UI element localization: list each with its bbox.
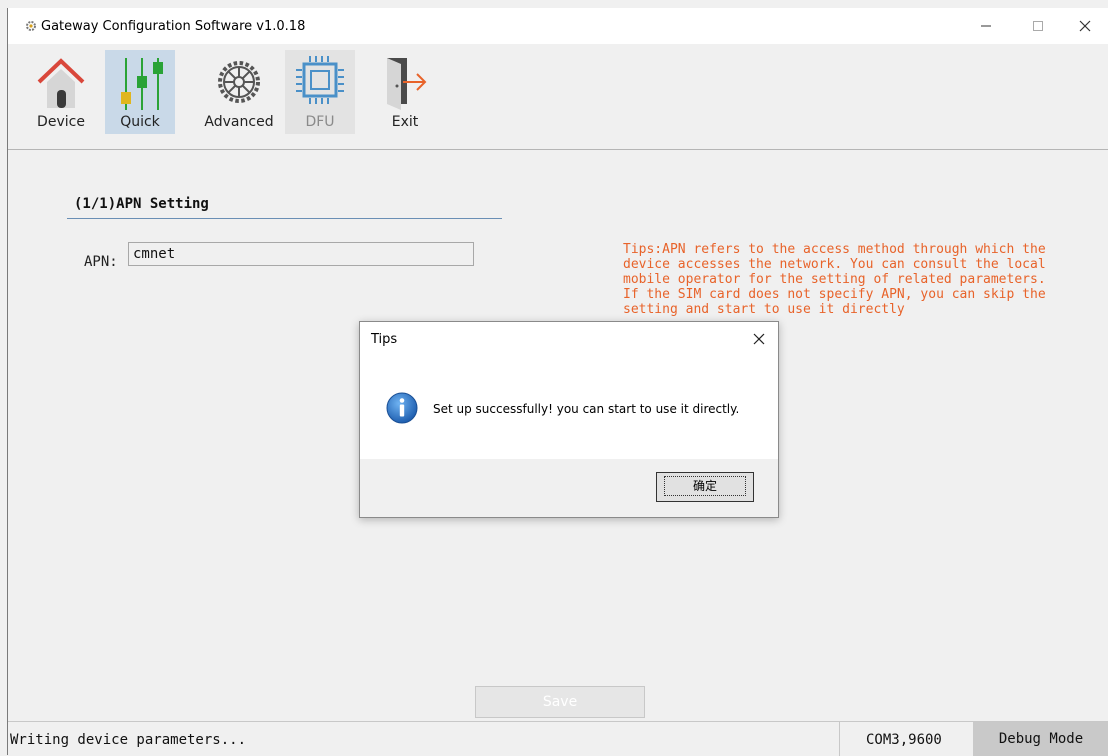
dialog-close-icon[interactable] xyxy=(748,328,770,350)
main-toolbar: Device Quick Advanced DFU Exit xyxy=(8,45,1108,150)
minimize-icon xyxy=(981,25,991,27)
minimize-button[interactable] xyxy=(962,8,1010,44)
dialog-footer: 确定 xyxy=(360,459,778,517)
apn-input[interactable]: cmnet xyxy=(128,242,474,266)
status-separator xyxy=(839,722,840,756)
section-title: (1/1)APN Setting xyxy=(74,196,209,212)
status-port: COM3,9600 xyxy=(866,732,942,748)
toolbar-device-label: Device xyxy=(37,114,85,130)
status-bar: Writing device parameters... COM3,9600 D… xyxy=(8,721,1108,756)
toolbar-dfu-label: DFU xyxy=(305,114,335,130)
app-gear-icon xyxy=(26,21,36,31)
close-window-button[interactable] xyxy=(1061,8,1108,44)
exit-door-icon xyxy=(387,58,427,110)
toolbar-advanced-button[interactable]: Advanced xyxy=(204,50,274,134)
ok-button[interactable]: 确定 xyxy=(656,472,754,502)
toolbar-exit-button[interactable]: Exit xyxy=(370,50,440,134)
toolbar-device-button[interactable]: Device xyxy=(26,50,96,134)
dialog-title: Tips xyxy=(371,332,398,347)
sliders-icon xyxy=(121,58,163,110)
window-title: Gateway Configuration Software v1.0.18 xyxy=(41,19,306,34)
toolbar-quick-label: Quick xyxy=(120,114,160,130)
close-icon xyxy=(1079,20,1091,32)
maximize-icon xyxy=(1033,21,1043,31)
debug-mode-button[interactable]: Debug Mode xyxy=(973,722,1108,756)
gear-icon xyxy=(218,61,260,103)
save-button[interactable]: Save xyxy=(475,686,645,718)
title-bar: Gateway Configuration Software v1.0.18 xyxy=(8,8,1108,44)
toolbar-quick-button[interactable]: Quick xyxy=(105,50,175,134)
maximize-button[interactable] xyxy=(1014,8,1062,44)
section-divider xyxy=(67,218,502,219)
toolbar-advanced-label: Advanced xyxy=(204,114,274,130)
tips-dialog: Tips Set up successfully! you can start … xyxy=(359,321,779,518)
house-icon xyxy=(37,58,85,108)
toolbar-exit-label: Exit xyxy=(391,114,419,130)
toolbar-dfu-button[interactable]: DFU xyxy=(285,50,355,134)
status-message: Writing device parameters... xyxy=(10,732,247,748)
info-icon xyxy=(386,392,418,424)
dialog-message: Set up successfully! you can start to us… xyxy=(433,402,740,416)
ok-button-label: 确定 xyxy=(663,476,746,496)
apn-label: APN: xyxy=(84,254,118,270)
tips-text: Tips:APN refers to the access method thr… xyxy=(623,242,1046,317)
chip-icon xyxy=(296,56,344,104)
